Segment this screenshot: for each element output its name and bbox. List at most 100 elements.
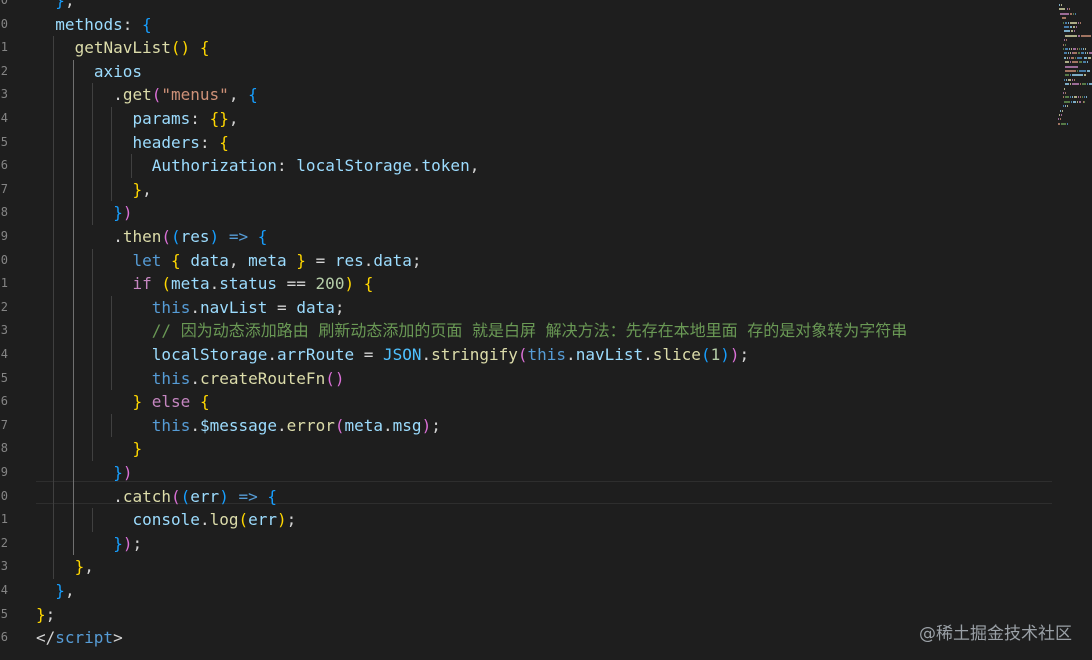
minimap-token	[1080, 34, 1092, 37]
code-line: .get("menus", {	[113, 83, 258, 107]
code-token: this	[527, 345, 567, 364]
indent-guide	[111, 295, 113, 391]
minimap-token	[1078, 70, 1087, 72]
minimap-token	[1084, 96, 1086, 99]
code-token: .	[190, 415, 200, 435]
code-token: ,	[469, 156, 480, 176]
minimap-token	[1087, 61, 1089, 64]
code-line: };	[36, 603, 55, 627]
code-token: =>	[238, 486, 258, 506]
code-editor[interactable]: }, methods: {getNavList() {axios .get("men…	[0, 0, 1052, 660]
minimap-token	[1078, 48, 1080, 50]
minimap-token	[1067, 122, 1069, 125]
code-token: axios	[93, 61, 143, 81]
code-token: }	[113, 533, 123, 553]
minimap-token	[1082, 100, 1084, 103]
code-token: data	[190, 250, 229, 270]
code-token: ,	[228, 85, 249, 105]
minimap-token	[1071, 52, 1073, 55]
code-token: ,	[64, 581, 75, 600]
minimap-token	[1059, 4, 1061, 6]
code-token: .	[199, 510, 210, 530]
minimap-token	[1082, 61, 1087, 64]
minimap-token	[1089, 52, 1092, 55]
code-token: {}	[209, 109, 229, 128]
code-token: methods	[55, 14, 123, 34]
code-token: this	[151, 368, 191, 388]
code-token: slice	[652, 345, 701, 364]
minimap-token	[1077, 56, 1083, 59]
code-token: (	[161, 274, 172, 294]
minimap-token	[1064, 52, 1067, 55]
code-token: }	[296, 250, 306, 270]
minimap-token	[1073, 26, 1075, 28]
minimap-token	[1065, 70, 1076, 72]
minimap-token	[1073, 52, 1077, 55]
code-line: </script>	[36, 626, 123, 650]
minimap-token	[1058, 118, 1059, 121]
minimap-token	[1067, 52, 1069, 55]
minimap-token	[1064, 105, 1066, 108]
minimap-token	[1083, 56, 1088, 59]
minimap-token	[1064, 26, 1070, 28]
code-line: headers: {	[133, 131, 229, 155]
minimap-token	[1066, 56, 1068, 59]
code-token: ;	[334, 297, 345, 317]
code-token: Authorization	[151, 156, 278, 176]
code-token: ==	[277, 274, 316, 294]
code-token: (	[700, 345, 711, 364]
minimap-token	[1065, 39, 1067, 42]
minimap-token	[1064, 92, 1066, 94]
code-token: status	[219, 274, 278, 294]
code-token: ,	[228, 250, 249, 270]
code-token: console	[132, 510, 200, 530]
minimap-token	[1076, 26, 1077, 28]
code-token: }	[113, 463, 123, 482]
code-token: (	[238, 510, 249, 530]
minimap-token	[1071, 61, 1078, 64]
code-token: }	[74, 557, 85, 577]
code-token: ;	[132, 533, 143, 553]
minimap-token	[1085, 48, 1087, 50]
minimap-token	[1065, 61, 1069, 64]
indent-guide	[111, 107, 113, 202]
minimap-token	[1069, 52, 1071, 55]
code-token: ,	[142, 179, 152, 199]
code-token: createRouteFn	[199, 368, 326, 388]
code-token: ;	[45, 604, 56, 624]
minimap-token	[1073, 12, 1075, 15]
minimap[interactable]	[1052, 0, 1092, 660]
minimap-token	[1073, 48, 1076, 50]
code-token: .	[209, 274, 220, 294]
code-token: .	[113, 486, 123, 506]
minimap-token	[1071, 74, 1084, 77]
minimap-token	[1060, 122, 1067, 125]
code-token: >	[113, 628, 123, 648]
code-token: error	[286, 415, 335, 435]
code-line: .catch((err) => {	[113, 485, 277, 509]
minimap-token	[1069, 8, 1071, 11]
code-token: =	[267, 297, 297, 317]
minimap-token	[1066, 8, 1069, 11]
code-line: this.createRouteFn()	[152, 367, 345, 391]
minimap-token	[1060, 12, 1070, 15]
minimap-token	[1064, 56, 1066, 59]
minimap-token	[1070, 21, 1077, 24]
code-token: .	[277, 415, 287, 435]
code-token: (	[171, 486, 181, 506]
minimap-token	[1069, 83, 1071, 86]
code-token: }	[132, 439, 143, 459]
minimap-token	[1071, 100, 1073, 103]
minimap-token	[1062, 105, 1064, 108]
minimap-token	[1061, 114, 1063, 116]
code-token: ;	[739, 345, 750, 364]
code-token: .	[190, 368, 200, 388]
minimap-token	[1065, 74, 1069, 77]
code-token: =	[305, 250, 335, 270]
indent-guide	[53, 36, 55, 579]
code-token: meta	[248, 250, 287, 270]
code-token: }	[36, 604, 46, 624]
